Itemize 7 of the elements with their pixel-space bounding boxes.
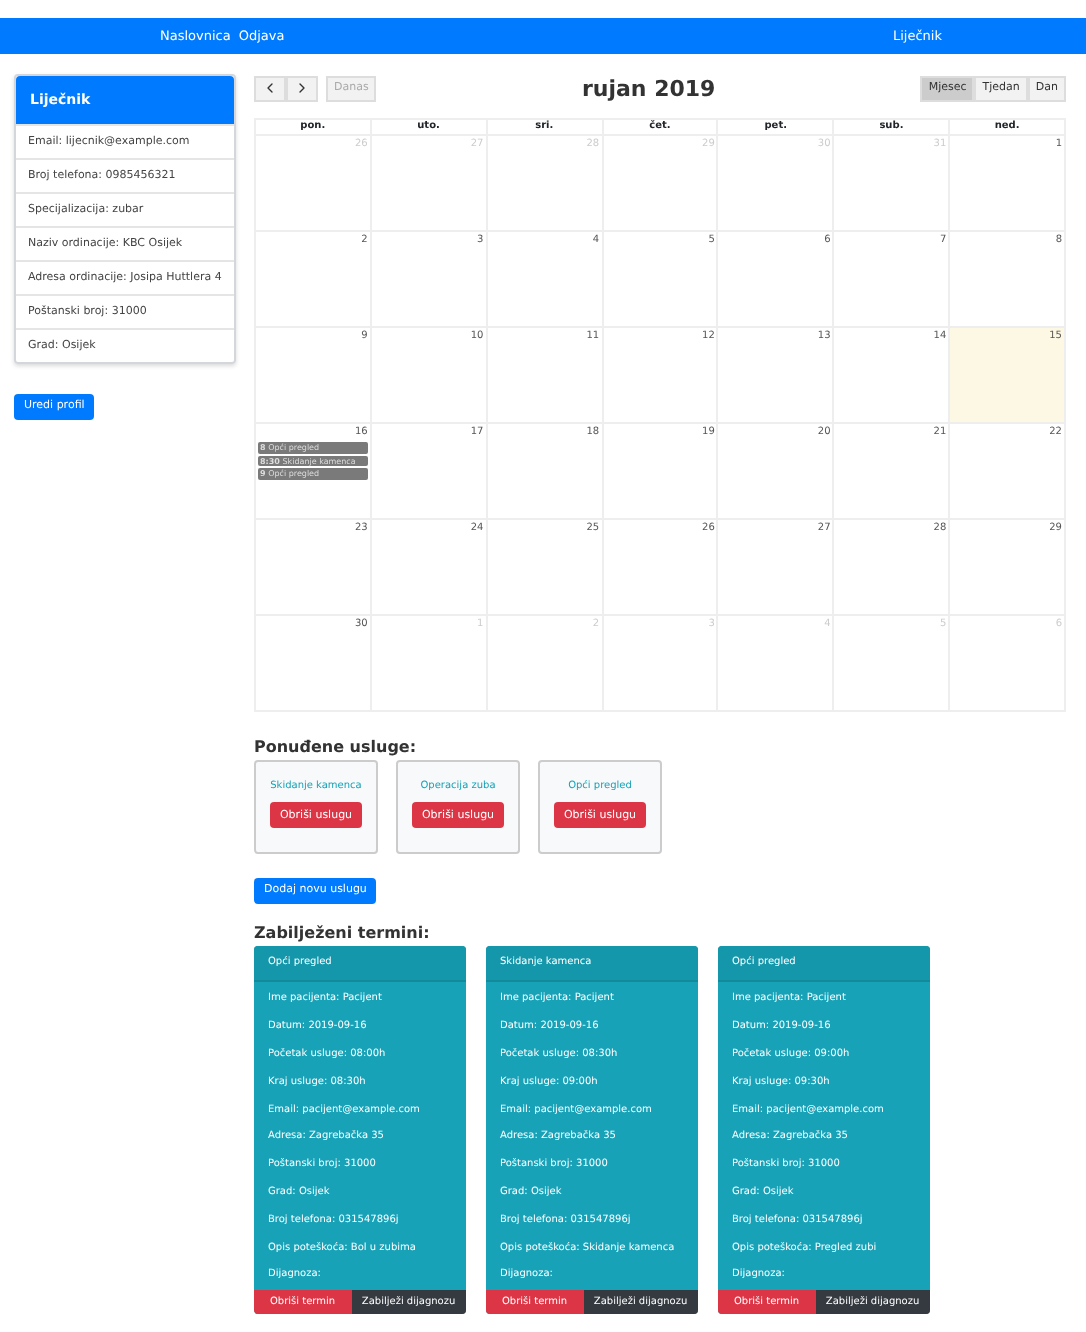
prev-button[interactable]: [254, 75, 286, 101]
chevron-left-icon: [262, 80, 278, 96]
section-heading: Ponuđene usluge:: [254, 738, 419, 756]
chevron-right-icon: [294, 80, 310, 96]
calendar-title: rujan 2019: [579, 75, 718, 101]
section-heading: Zabilježeni termini:: [254, 923, 432, 941]
next-button[interactable]: [286, 75, 318, 101]
